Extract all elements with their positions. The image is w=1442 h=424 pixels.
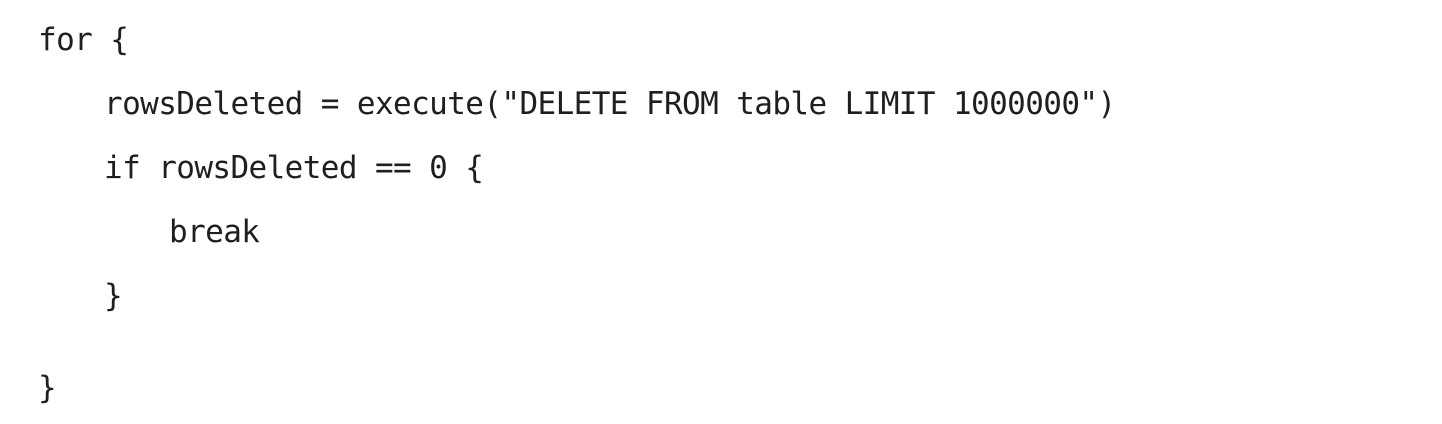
code-line-for-close: }: [38, 370, 57, 406]
code-block: for { rowsDeleted = execute("DELETE FROM…: [0, 0, 1442, 424]
code-line-break: break: [169, 214, 260, 250]
code-line-if-check: if rowsDeleted == 0 {: [104, 150, 484, 186]
code-line-delete-statement: rowsDeleted = execute("DELETE FROM table…: [104, 86, 1116, 122]
code-line-if-close: }: [104, 278, 123, 314]
code-line-for-open: for {: [38, 22, 129, 58]
